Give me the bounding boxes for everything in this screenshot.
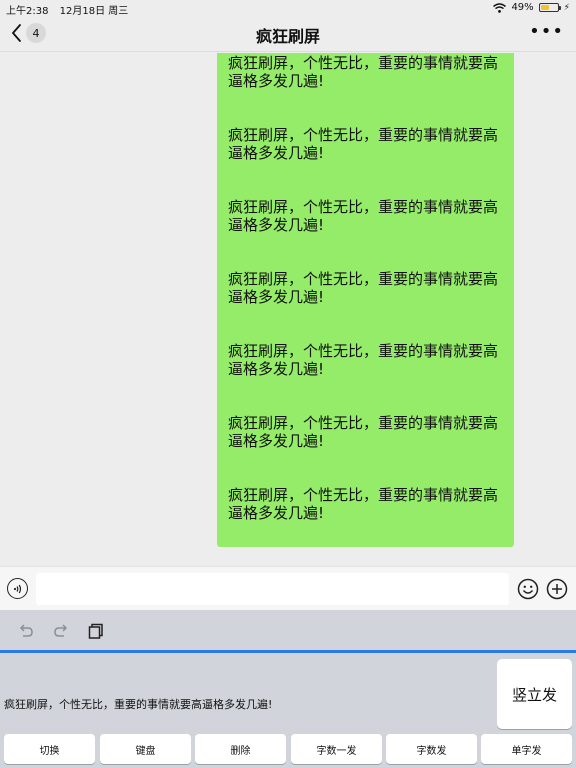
message-text: 疯狂刷屏，个性无比，重要的事情就要高 [228,270,499,288]
message-text: 逼格多发几遍! [228,504,325,522]
key-keyboard[interactable]: 键盘 [100,734,191,764]
message-text: 逼格多发几遍! [228,432,325,450]
message-bubble[interactable]: 疯狂刷屏，个性无比，重要的事情就要高 逼格多发几遍! 疯狂刷屏，个性无比，重要的… [217,53,514,547]
message-text: 疯狂刷屏，个性无比，重要的事情就要高 [228,414,499,432]
wifi-icon [493,2,507,13]
chat-area[interactable]: 疯狂刷屏，个性无比，重要的事情就要高 逼格多发几遍! 疯狂刷屏，个性无比，重要的… [0,53,576,566]
keyboard: 疯狂刷屏，个性无比，重要的事情就要高逼格多发几遍! 竖立发 切换 键盘 删除 字… [0,653,576,768]
message-line: 疯狂刷屏，个性无比，重要的事情就要高 逼格多发几遍! [228,335,503,407]
message-line: 疯狂刷屏，个性无比，重要的事情就要高 逼格多发几遍! [228,263,503,335]
key-single-char-send[interactable]: 单字发 [481,734,572,764]
message-text: 逼格多发几遍! [228,144,325,162]
keyboard-toolbar [0,610,576,650]
key-delete[interactable]: 删除 [195,734,286,764]
message-input[interactable] [36,573,509,605]
message-line: 疯狂刷屏，个性无比，重要的事情就要高 逼格多发几遍! [228,191,503,263]
message-text: 疯狂刷屏，个性无比，重要的事情就要高 [228,342,499,360]
redo-icon[interactable] [52,622,70,640]
message-line: 疯狂刷屏，个性无比，重要的事情就要高 逼格多发几遍! [228,53,503,119]
clipboard-icon[interactable] [87,622,105,640]
more-dots-icon: ••• [529,21,564,42]
voice-icon [13,584,21,593]
nav-bar: 4 疯狂刷屏 ••• [0,16,576,52]
battery-level [540,5,549,10]
message-text: 逼格多发几遍! [228,72,325,90]
message-text: 逼格多发几遍! [228,288,325,306]
key-count-send[interactable]: 字数发 [386,734,477,764]
battery-icon [538,3,561,12]
message-text: 疯狂刷屏，个性无比，重要的事情就要高 [228,486,499,504]
message-text: 疯狂刷屏，个性无比，重要的事情就要高 [228,198,499,216]
message-text: 疯狂刷屏，个性无比，重要的事情就要高 [228,54,499,72]
key-row: 切换 键盘 删除 字数一发 字数发 单字发 [0,734,576,764]
key-count-one[interactable]: 字数一发 [291,734,382,764]
message-line: 疯狂刷屏，个性无比，重要的事情就要高 逼格多发几遍! [228,479,503,551]
message-text: 逼格多发几遍! [228,360,325,378]
message-line: 疯狂刷屏，个性无比，重要的事情就要高 逼格多发几遍! [228,407,503,479]
status-right: 49% ⚡ [493,2,570,13]
undo-icon[interactable] [17,622,35,640]
plus-circle-icon[interactable] [546,578,568,600]
page-title: 疯狂刷屏 [255,27,320,46]
input-bar [0,566,576,610]
message-text: 疯狂刷屏，个性无比，重要的事情就要高 [228,126,499,144]
key-switch[interactable]: 切换 [4,734,95,764]
emoji-icon[interactable] [517,578,539,600]
preview-text: 疯狂刷屏，个性无比，重要的事情就要高逼格多发几遍! [4,698,273,711]
battery-percent: 49% [511,2,534,13]
message-text: 逼格多发几遍! [228,216,325,234]
charging-icon: ⚡ [563,2,570,13]
status-bar: 上午2:38 12月18日 周三 49% ⚡ [0,0,576,17]
status-left: 上午2:38 12月18日 周三 [6,2,136,17]
voice-button[interactable] [7,578,28,599]
send-vertical-button[interactable]: 竖立发 [497,659,572,729]
message-line: 疯狂刷屏，个性无比，重要的事情就要高 逼格多发几遍! [228,119,503,191]
more-button[interactable]: ••• [529,21,564,42]
